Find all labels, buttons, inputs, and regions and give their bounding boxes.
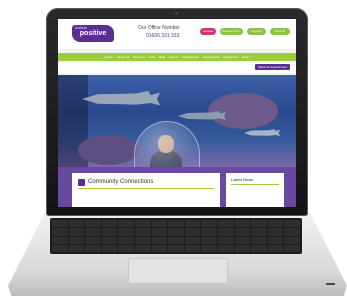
header-button-parents[interactable]: Parents (270, 28, 290, 35)
office-number[interactable]: 01606 331 333 (146, 33, 179, 39)
briefcase-icon (78, 179, 85, 186)
logo-small-text: Autism (75, 26, 87, 30)
nav-item-home[interactable]: Home (105, 55, 113, 59)
shark-icon (82, 91, 160, 106)
nav-item-services[interactable]: Services (133, 55, 145, 59)
divider (231, 184, 279, 185)
nav-item-about[interactable]: About Us (117, 55, 129, 59)
header-button-support[interactable]: Support (247, 28, 266, 35)
coral-rock (78, 135, 138, 165)
side-title: Latest News (231, 177, 254, 182)
nav-item-events[interactable]: Events (169, 55, 178, 59)
site-header: Autism positive Our Office Number 01606 … (58, 19, 296, 49)
site-logo[interactable]: Autism positive (72, 25, 114, 42)
nav-item-testimonials[interactable]: Testimonials (182, 55, 199, 59)
community-title[interactable]: Community Connections (88, 179, 153, 185)
office-number-label: Our Office Number (138, 25, 180, 31)
nav-item-useful-links[interactable]: Useful Links (203, 55, 219, 59)
aquarium-dome (134, 121, 200, 167)
coral-rock (208, 93, 278, 129)
nav-item-shop[interactable]: Shop (242, 55, 249, 59)
fish-icon (244, 129, 280, 137)
divider (78, 188, 214, 189)
laptop-trackpad (128, 258, 228, 284)
side-card: Latest News (226, 173, 284, 207)
nav-item-contact[interactable]: Contact Us (223, 55, 238, 59)
nav-item-blog[interactable]: Blog (159, 55, 165, 59)
sub-bar: Book an Appointment (58, 63, 296, 73)
community-card: Community Connections (72, 173, 220, 207)
nav-item-jobs[interactable]: Jobs (149, 55, 155, 59)
laptop-screen: Autism positive Our Office Number 01606 … (58, 19, 296, 207)
webcam-icon (175, 12, 178, 15)
content-area: Community Connections Latest News (58, 167, 296, 207)
power-indicator (326, 283, 335, 285)
hero-image-aquarium (58, 75, 296, 167)
header-button-referral[interactable]: Referral Form (220, 28, 243, 35)
laptop-keyboard (50, 218, 302, 254)
book-appointment-link[interactable]: Book an Appointment (255, 64, 290, 70)
main-nav: Home About Us Services Jobs Blog Events … (58, 53, 296, 61)
header-button-contact[interactable]: Contact (200, 28, 216, 35)
